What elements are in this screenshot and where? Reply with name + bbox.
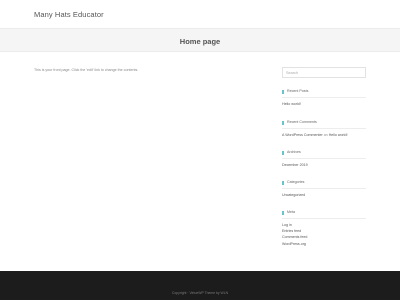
divider	[282, 188, 366, 189]
meta-entries-feed-link[interactable]: Entries feed	[282, 229, 301, 233]
divider	[282, 128, 366, 129]
category-link[interactable]: Uncategorized	[282, 193, 305, 197]
widget-title-categories: Categories	[282, 179, 368, 186]
recent-posts-widget: Recent Posts Hello world!	[282, 88, 368, 106]
meta-login-link[interactable]: Log in	[282, 223, 292, 227]
page-content-text: This is your front page. Click the 'edit…	[34, 68, 139, 72]
widget-title-recent-posts: Recent Posts	[282, 88, 368, 95]
footer-copyright: Copyright · VirtueWP Theme by WLN	[171, 291, 229, 295]
categories-widget: Categories Uncategorized	[282, 179, 368, 197]
divider	[282, 158, 366, 159]
search-input[interactable]	[282, 67, 366, 78]
page-title: Home page	[179, 37, 221, 46]
divider	[282, 218, 366, 219]
meta-widget: Meta Log in Entries feed Comments feed W…	[282, 209, 368, 246]
recent-comments-widget: Recent Comments A WordPress Commenter on…	[282, 119, 368, 137]
page-title-banner: Home page	[0, 28, 400, 52]
widget-title-recent-comments: Recent Comments	[282, 119, 368, 126]
archives-widget: Archives December 2019	[282, 149, 368, 167]
comment-post-link[interactable]: Hello world!	[329, 133, 348, 137]
archive-link[interactable]: December 2019	[282, 163, 308, 167]
recent-post-link[interactable]: Hello world!	[282, 102, 301, 106]
divider	[282, 97, 366, 98]
widget-title-archives: Archives	[282, 149, 368, 156]
widget-title-meta: Meta	[282, 209, 368, 216]
site-footer: Copyright · VirtueWP Theme by WLN	[0, 271, 400, 300]
site-title-link[interactable]: Many Hats Educator	[34, 10, 104, 19]
meta-wordpress-org-link[interactable]: WordPress.org	[282, 242, 306, 246]
meta-comments-feed-link[interactable]: Comments feed	[282, 235, 307, 239]
comment-author-link[interactable]: A WordPress Commenter	[282, 133, 323, 137]
recent-comment-item: A WordPress Commenter on Hello world!	[282, 132, 347, 138]
comment-connector: on	[323, 133, 328, 137]
site-header: Many Hats Educator	[0, 0, 400, 28]
